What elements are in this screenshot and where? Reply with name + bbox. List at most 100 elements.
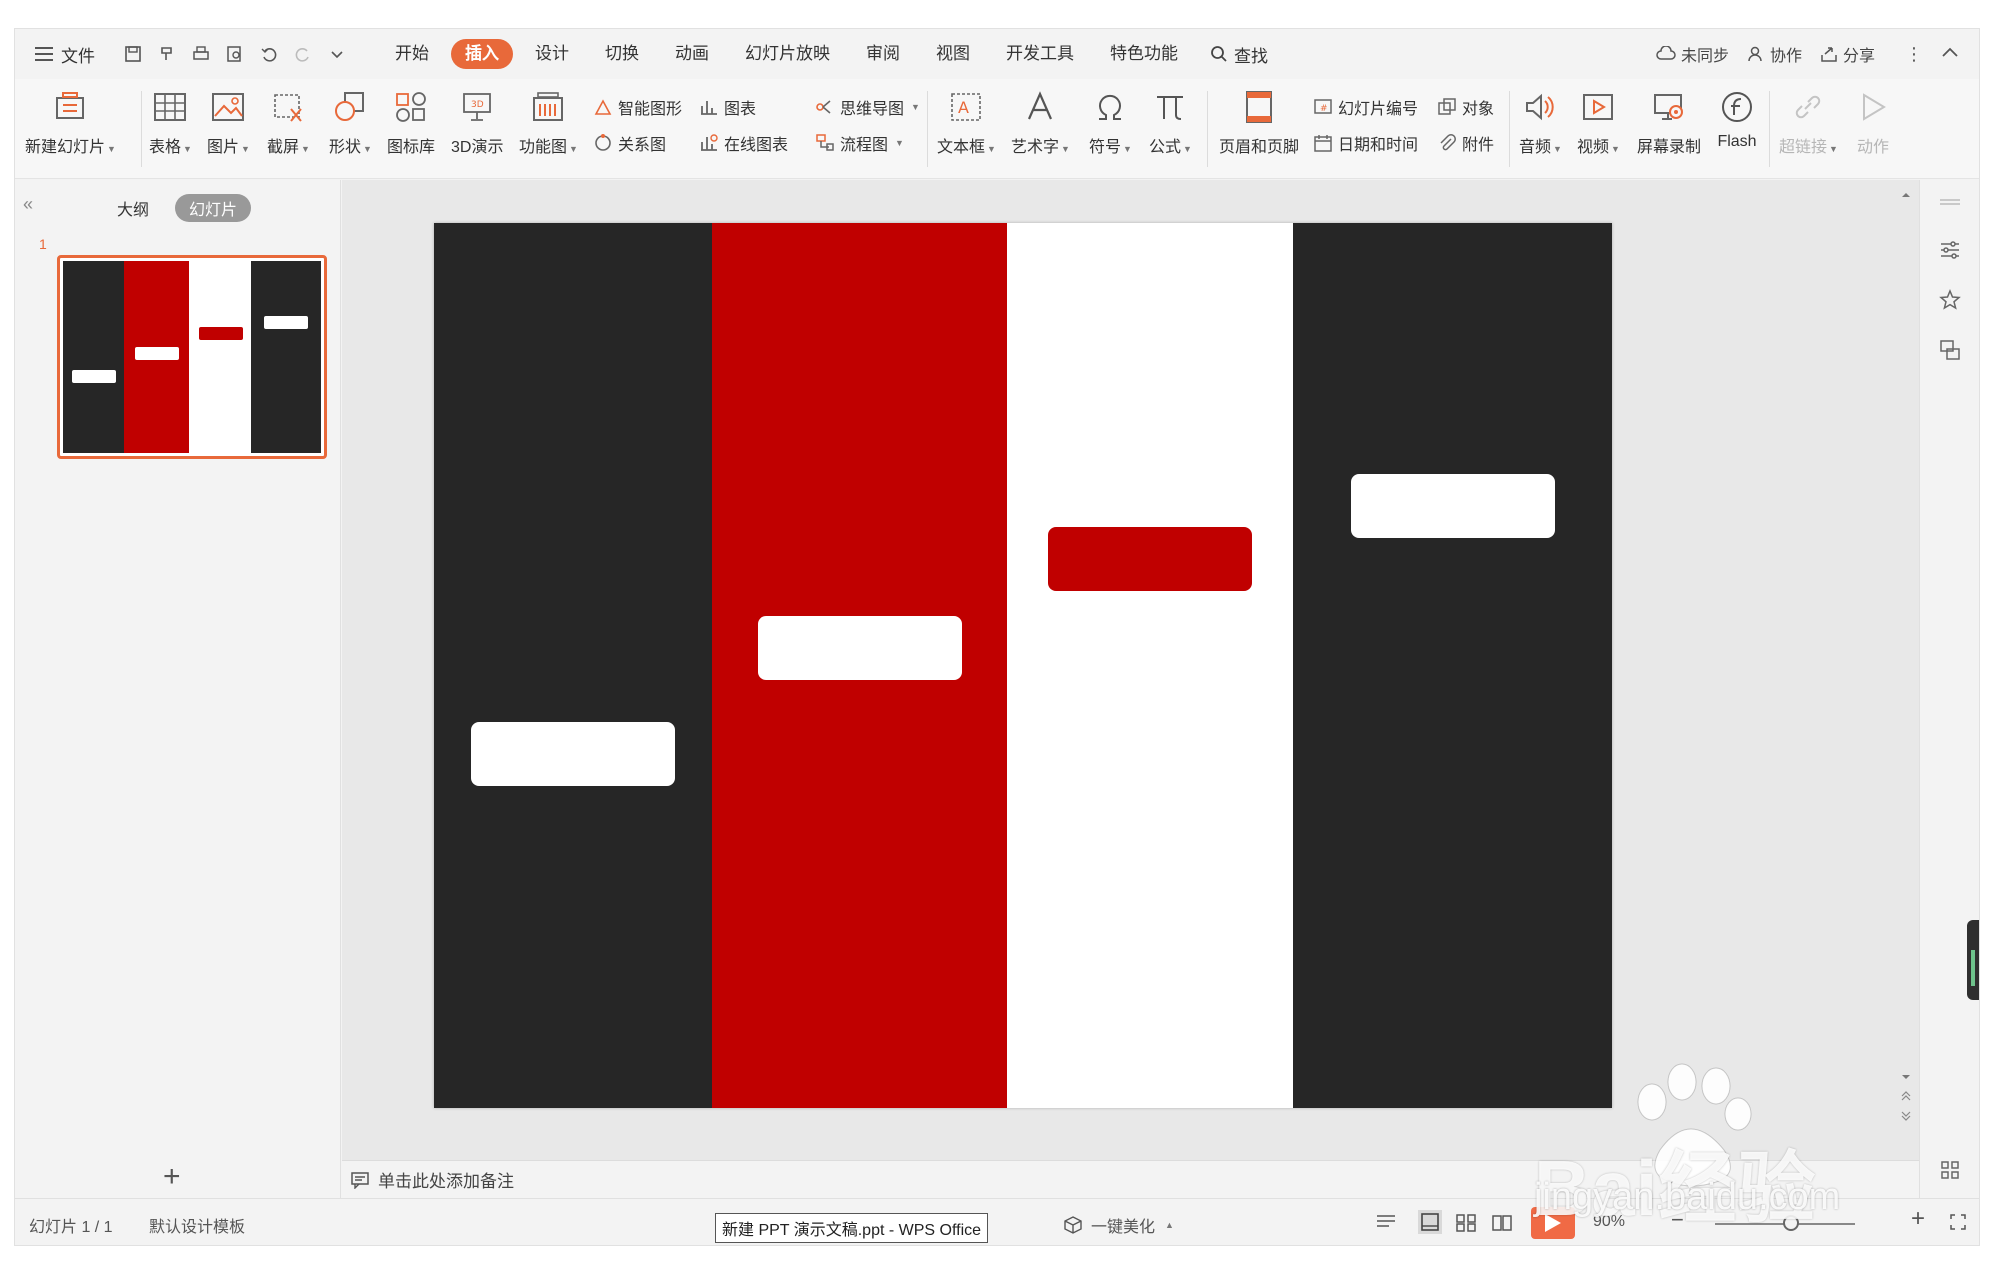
format-painter-icon[interactable] [157,44,177,64]
header-footer-button[interactable]: 页眉和页脚 [1219,87,1299,157]
add-slide-button[interactable]: + [163,1160,181,1194]
picture-button[interactable]: 图片 ▼ [207,87,250,157]
screenshot-button[interactable]: 截屏 ▼ [267,87,310,157]
share-button[interactable]: 分享 [1820,42,1875,66]
formula-button[interactable]: 公式 ▼ [1149,87,1192,157]
object-button[interactable]: 对象 [1437,95,1494,119]
word-art-button[interactable]: 艺术字 ▼ [1011,87,1070,157]
relation-chart-button[interactable]: 关系图 [593,131,666,155]
symbol-button[interactable]: 符号 ▼ [1089,87,1132,157]
slide-column-3[interactable] [188,261,252,453]
slide-column-2[interactable] [712,223,1007,1108]
3d-demo-button[interactable]: 3D 3D演示 [451,87,503,157]
normal-view-icon[interactable] [1417,1209,1443,1240]
collapse-ribbon-icon[interactable] [1941,45,1959,64]
fit-window-icon[interactable] [1949,1213,1967,1236]
mind-map-button[interactable]: 思维导图 ▼ [815,95,920,119]
beautify-label: 一键美化 [1091,1219,1156,1236]
slide-column-2-box[interactable] [134,347,179,360]
properties-icon[interactable] [1938,238,1962,262]
tab-developer[interactable]: 开发工具 [988,39,1092,69]
tab-slides[interactable]: 幻灯片 [175,194,252,222]
relation-icon [595,134,611,151]
find-button[interactable]: 查找 [1210,42,1268,67]
slide-column-1-box[interactable] [471,722,675,786]
more-options-icon[interactable]: ⋮ [1905,44,1923,65]
file-menu[interactable]: 文件 [35,42,95,67]
grid-view-icon[interactable] [1938,1158,1962,1182]
shape-button[interactable]: 形状 ▼ [329,87,372,157]
video-button[interactable]: 视频 ▼ [1577,87,1620,157]
audio-button[interactable]: 音频 ▼ [1519,87,1562,157]
sync-status[interactable]: 未同步 [1656,42,1729,66]
tab-transition[interactable]: 切换 [587,39,657,69]
customize-qa-chevron-icon[interactable] [327,44,347,64]
online-chart-label: 在线图表 [724,137,789,154]
beautify-button[interactable]: 一键美化 ▲ [1063,1213,1174,1237]
header-footer-label: 页眉和页脚 [1219,139,1300,156]
screen-record-button[interactable]: 屏幕录制 [1637,87,1701,157]
hyperlink-button[interactable]: 超链接 ▼ [1779,87,1838,157]
vertical-scrollbar[interactable] [1900,190,1912,1130]
slide-column-2[interactable] [123,261,189,453]
slide-column-4[interactable] [251,261,321,453]
action-button[interactable]: 动作 [1853,87,1893,157]
online-chart-button[interactable]: 在线图表 [699,131,788,155]
text-box-button[interactable]: A 文本框 ▼ [937,87,996,157]
icon-library-button[interactable]: 图标库 [387,87,435,157]
tab-insert[interactable]: 插入 [451,39,513,69]
collab-button[interactable]: 协作 [1747,42,1802,66]
tab-special[interactable]: 特色功能 [1092,39,1196,69]
transition-icon[interactable] [1938,338,1962,362]
slide-column-1[interactable] [434,223,712,1108]
reading-view-icon[interactable] [1491,1213,1513,1238]
redo-icon[interactable] [293,44,313,64]
slide-1[interactable] [434,223,1612,1108]
save-icon[interactable] [123,44,143,64]
flash-button[interactable]: Flash [1717,87,1757,151]
tab-animation[interactable]: 动画 [657,39,727,69]
slide-column-2-box[interactable] [758,616,962,680]
sidebar-drawer-handle[interactable] [1967,920,1979,1000]
tab-review[interactable]: 审阅 [848,39,918,69]
tab-outline[interactable]: 大纲 [103,194,163,222]
tab-slideshow[interactable]: 幻灯片放映 [727,39,848,69]
date-time-button[interactable]: 日期和时间 [1313,131,1418,155]
slide-column-1-box[interactable] [72,370,116,383]
tab-design[interactable]: 设计 [517,39,587,69]
tab-view[interactable]: 视图 [918,39,988,69]
new-slide-icon [50,87,90,127]
slide-thumbnail[interactable] [57,255,327,459]
3d-icon: 3D [457,87,497,127]
slide-column-4-box[interactable] [1351,474,1555,538]
attachment-button[interactable]: 附件 [1437,131,1494,155]
flow-chart-button[interactable]: 流程图 ▼ [815,131,904,155]
undo-icon[interactable] [259,44,279,64]
chart-button[interactable]: 图表 [699,95,756,119]
animation-star-icon[interactable] [1938,288,1962,312]
outline-view-icon[interactable] [1375,1213,1397,1236]
screenshot-label: 截屏 [267,139,300,156]
slide-column-4[interactable] [1293,223,1612,1108]
slide-column-3-box[interactable] [1048,527,1252,591]
collapse-panel-icon[interactable]: « [23,194,33,215]
tab-home[interactable]: 开始 [377,39,447,69]
zoom-in-icon[interactable]: + [1911,1205,1925,1233]
scroll-down-icon [1902,1075,1910,1079]
table-button[interactable]: 表格 ▼ [149,87,192,157]
svg-text:A: A [958,98,969,117]
slide-column-4-box[interactable] [264,316,309,329]
print-preview-icon[interactable] [225,44,245,64]
slide-column-3-box[interactable] [198,327,243,340]
function-chart-button[interactable]: 功能图 ▼ [519,87,578,157]
new-slide-button[interactable]: 新建幻灯片 ▼ [25,87,116,157]
print-icon[interactable] [191,44,211,64]
template-name[interactable]: 默认设计模板 [149,1213,245,1237]
slide-column-3[interactable] [1007,223,1293,1108]
slide-column-1[interactable] [63,261,124,453]
date-time-label: 日期和时间 [1338,137,1419,154]
smart-art-button[interactable]: 智能图形 [593,95,682,119]
slide-sorter-icon[interactable] [1455,1213,1477,1238]
slide-number-button[interactable]: # 幻灯片编号 [1313,95,1418,119]
collab-label: 协作 [1769,48,1802,65]
